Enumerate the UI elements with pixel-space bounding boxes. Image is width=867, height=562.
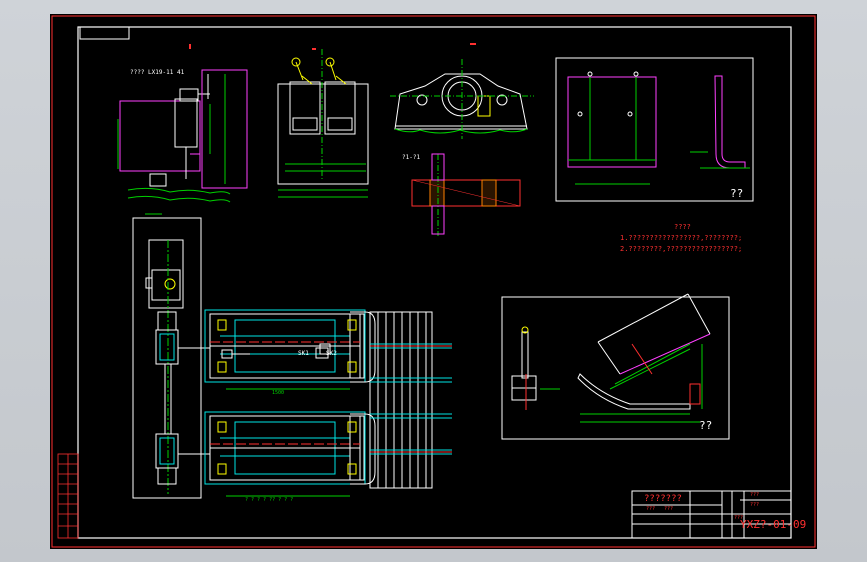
title-block-small-1: ??? bbox=[646, 506, 656, 512]
dim-overall-length: 1500 bbox=[272, 390, 285, 396]
section-label: ?1-?1 bbox=[402, 154, 421, 161]
inner-frame bbox=[77, 26, 792, 539]
view-label-a: ?? bbox=[730, 187, 744, 200]
notes-heading: ???? bbox=[674, 223, 691, 231]
drawing-svg bbox=[51, 15, 816, 548]
bearing-housing-view bbox=[390, 43, 534, 139]
bracket-views bbox=[555, 57, 754, 202]
switch-label-sk2: SK2 bbox=[326, 350, 337, 357]
title-block-label-1: ??? bbox=[750, 492, 760, 498]
cad-viewport[interactable]: ???? LX19-11 41 ?1-?1 SK1 SK2 1500 ? ? ?… bbox=[0, 0, 867, 562]
title-block-label-2: ??? bbox=[750, 502, 760, 508]
corner-box bbox=[79, 26, 130, 40]
view-label-b: ?? bbox=[699, 419, 713, 432]
switch-pair-view bbox=[277, 48, 369, 198]
main-plan-view bbox=[132, 217, 452, 499]
note-1: 1.?????????????????,????????; bbox=[620, 234, 743, 242]
motor-model-label: ???? LX19-11 41 bbox=[130, 69, 185, 76]
dim-bottom: ? ? ? ? ?? ? ? ? bbox=[245, 497, 294, 503]
title-block-title: ??????? bbox=[644, 494, 682, 504]
sheet-number: YXZ?-01-09 bbox=[740, 518, 807, 531]
sheet-border bbox=[51, 15, 816, 548]
section-view bbox=[411, 153, 521, 236]
switch-label-sk1: SK1 bbox=[298, 350, 309, 357]
drawing-canvas[interactable]: ???? LX19-11 41 ?1-?1 SK1 SK2 1500 ? ? ?… bbox=[50, 14, 817, 549]
revision-table bbox=[57, 453, 79, 539]
title-block-small-2: ??? bbox=[664, 506, 674, 512]
note-2: 2.????????,?????????????????; bbox=[620, 245, 743, 253]
chute-view bbox=[501, 293, 730, 440]
